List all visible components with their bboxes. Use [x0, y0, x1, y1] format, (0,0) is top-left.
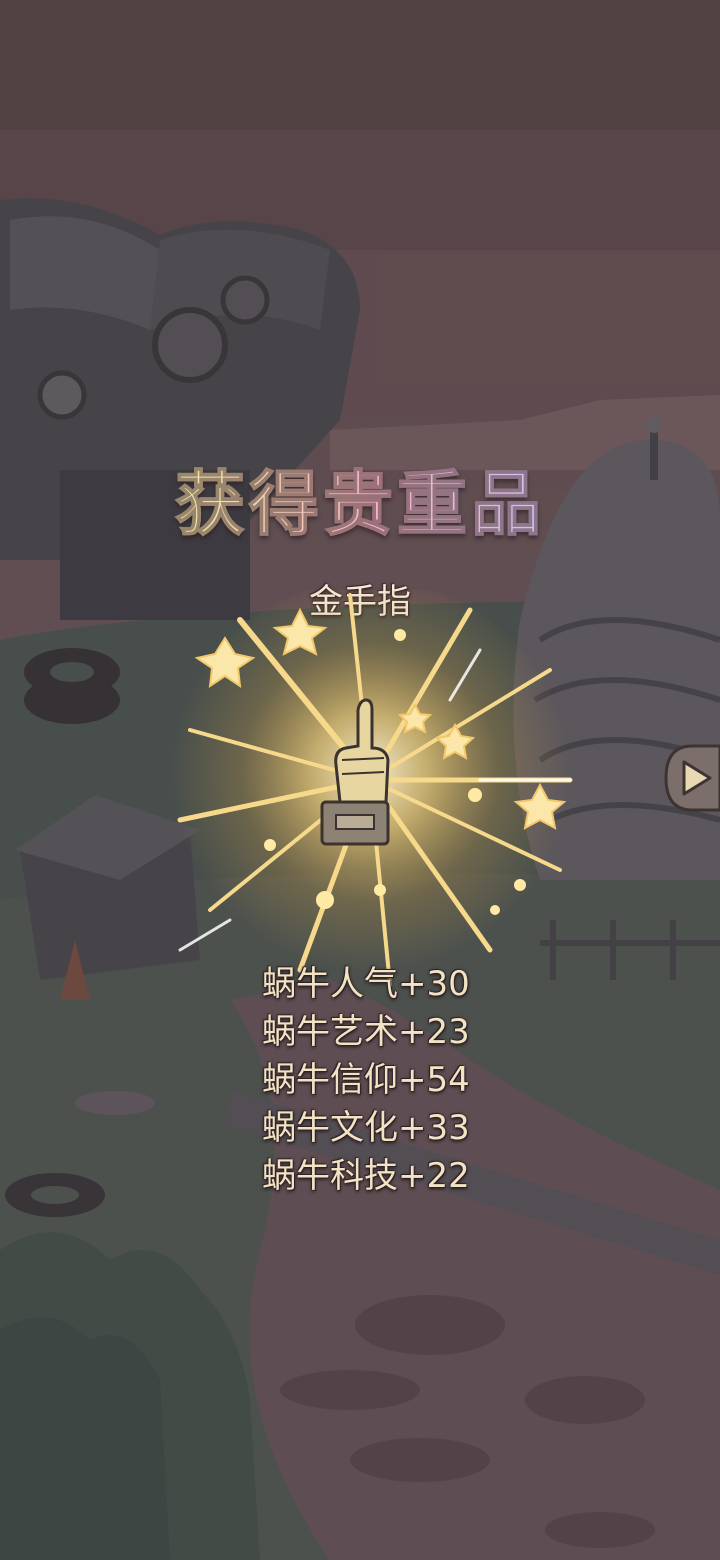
- reward-screen[interactable]: 获得贵重品 金手指: [0, 0, 720, 1560]
- golden-finger-trophy-icon: [170, 590, 573, 987]
- stat-bonus-popularity: 蜗牛人气+30: [262, 964, 470, 1004]
- stat-bonus-list: 蜗牛人气+30 蜗牛艺术+23 蜗牛信仰+54 蜗牛文化+33 蜗牛科技+22: [262, 960, 522, 1200]
- stat-bonus-faith: 蜗牛信仰+54: [262, 1060, 470, 1100]
- stat-bonus-culture: 蜗牛文化+33: [262, 1108, 470, 1148]
- stat-bonus-technology: 蜗牛科技+22: [262, 1156, 470, 1196]
- reward-title: 获得贵重品: [0, 448, 720, 549]
- stat-bonus-art: 蜗牛艺术+23: [262, 1012, 470, 1052]
- play-arrow-icon[interactable]: [662, 744, 720, 812]
